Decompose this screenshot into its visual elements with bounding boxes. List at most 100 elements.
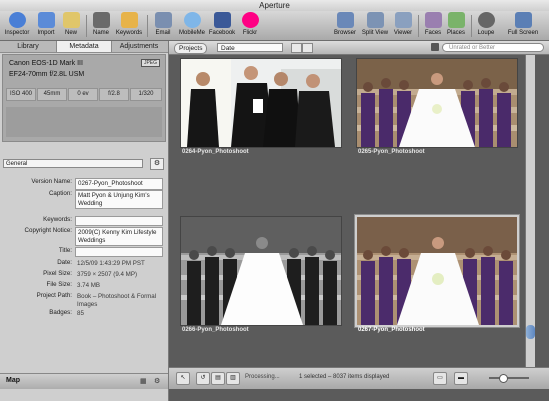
- thumbnail-caption: 0265-Pyon_Photoshoot: [358, 149, 425, 155]
- photo-bridal-party-color-2: [357, 217, 517, 325]
- vertical-scrollbar[interactable]: [525, 55, 535, 367]
- inspector-tabs: Library Metadata Adjustments: [0, 41, 168, 53]
- email-button[interactable]: Email: [148, 12, 178, 37]
- aperture-window: Aperture Inspector Import New Name Keywo…: [0, 0, 549, 401]
- new-button[interactable]: New: [56, 12, 86, 37]
- thumbnail-caption: 0264-Pyon_Photoshoot: [182, 149, 249, 155]
- exif-exposure-bias: 0 ev: [68, 88, 98, 101]
- rotate-left-icon[interactable]: ↺: [196, 372, 210, 385]
- thumbnail-0265[interactable]: [356, 58, 518, 148]
- browser-view-button[interactable]: Browser: [330, 12, 360, 37]
- title-input[interactable]: [75, 247, 163, 257]
- thumbnail-0267-selected[interactable]: [355, 215, 519, 327]
- gear-icon[interactable]: ⚙: [150, 158, 164, 170]
- viewer-icon: [394, 12, 412, 28]
- file-size-value: 3.74 MB: [77, 282, 101, 289]
- tab-library[interactable]: Library: [0, 41, 56, 52]
- thumbnail-size-slider[interactable]: [489, 374, 529, 383]
- main-toolbar: Inspector Import New Name Keywords Email…: [0, 11, 549, 41]
- gear-icon[interactable]: ⚙: [154, 377, 160, 385]
- keywords-button[interactable]: Keywords: [114, 12, 144, 37]
- photo-bridal-party-color: [357, 59, 517, 147]
- new-project-icon: [62, 12, 80, 28]
- keywords-input[interactable]: [75, 216, 163, 226]
- pixel-size-value: 3759 × 2507 (9.4 MP): [77, 271, 138, 278]
- inspector-button[interactable]: Inspector: [2, 12, 32, 37]
- version-name-input[interactable]: 0267-Pyon_Photoshoot: [75, 178, 163, 190]
- list-view-icon[interactable]: [302, 43, 313, 53]
- thumbnail-0266[interactable]: [180, 216, 342, 326]
- exif-shutter-speed: 1/320: [130, 88, 162, 101]
- grid-view-icon[interactable]: [291, 43, 302, 53]
- thumbnail-caption: 0267-Pyon_Photoshoot: [358, 327, 425, 333]
- places-map-icon: [447, 12, 465, 28]
- browser-status-bar: ↖ ↺ ▤ ▥ Processing... 1 selected – 8037 …: [169, 367, 549, 389]
- field-label: Date:: [57, 259, 72, 266]
- histogram: [6, 107, 162, 137]
- facebook-icon: [213, 12, 231, 28]
- viewer-button[interactable]: Viewer: [388, 12, 418, 37]
- mobileme-icon: [183, 12, 201, 28]
- stack-icon[interactable]: ▤: [211, 372, 225, 385]
- facebook-button[interactable]: Facebook: [207, 12, 237, 37]
- field-label: Title:: [58, 247, 72, 254]
- photo-groomsmen: [181, 59, 341, 147]
- lift-stamp-icon[interactable]: ▥: [226, 372, 240, 385]
- filmstrip-icon[interactable]: ▬: [454, 372, 468, 385]
- field-label: Version Name:: [31, 178, 72, 185]
- caption-input[interactable]: Matt Pyon & Unjung Kim's Wedding: [75, 190, 163, 209]
- file-format-badge: JPEG: [140, 59, 160, 67]
- camera-info-panel: Canon EOS-1D Mark III EF24-70mm f/2.8L U…: [2, 54, 166, 142]
- exif-iso: ISO 400: [6, 88, 36, 101]
- info-icon: [8, 12, 26, 28]
- processing-status: Processing...: [245, 374, 280, 380]
- copyright-input[interactable]: 2009(C) Kenny Kim Lifestyle Weddings: [75, 227, 163, 246]
- window-title: Aperture: [259, 1, 290, 10]
- map-pin-icon[interactable]: ▦: [140, 377, 147, 385]
- field-label: Pixel Size:: [43, 270, 72, 277]
- flickr-icon: [241, 12, 259, 28]
- browser-grid-icon: [336, 12, 354, 28]
- selection-count: 1 selected – 8037 items displayed: [299, 374, 390, 380]
- slider-knob[interactable]: [499, 374, 508, 383]
- flickr-button[interactable]: Flickr: [235, 12, 265, 37]
- thumbnail-caption: 0266-Pyon_Photoshoot: [182, 327, 249, 333]
- field-label: Copyright Notice:: [24, 227, 72, 234]
- search-input[interactable]: Unrated or Better: [442, 43, 544, 52]
- pointer-tool-icon[interactable]: ↖: [176, 372, 190, 385]
- inspector-panel: Library Metadata Adjustments Canon EOS-1…: [0, 41, 169, 401]
- tab-metadata[interactable]: Metadata: [56, 41, 112, 52]
- tab-adjustments[interactable]: Adjustments: [110, 41, 168, 52]
- places-button[interactable]: Places: [441, 12, 471, 37]
- field-label: Project Path:: [36, 292, 72, 299]
- project-path-value: Book – Photoshoot & Formal Images: [77, 293, 157, 308]
- date-value: 12/5/09 1:43:29 PM PST: [77, 260, 145, 267]
- split-view-button[interactable]: Split View: [360, 12, 390, 37]
- exif-cells: ISO 400 45mm 0 ev f/2.8 1/320: [6, 88, 162, 101]
- exif-aperture: f/2.8: [99, 88, 129, 101]
- keywords-tag-icon: [120, 12, 138, 28]
- map-label: Map: [6, 377, 20, 384]
- projects-button[interactable]: Projects: [174, 43, 208, 54]
- title-bar: Aperture: [0, 0, 549, 11]
- email-icon: [154, 12, 172, 28]
- full-screen-icon: [514, 12, 532, 28]
- thumbnail-0264[interactable]: [180, 58, 342, 148]
- field-label: Keywords:: [43, 216, 72, 223]
- metadata-preset-select[interactable]: General: [3, 159, 143, 168]
- name-button[interactable]: Name: [86, 12, 116, 37]
- filter-icon[interactable]: [431, 43, 439, 51]
- field-label: Caption:: [48, 190, 72, 197]
- photo-bridal-party-bw: [181, 217, 341, 325]
- full-screen-button[interactable]: Full Screen: [503, 12, 543, 37]
- field-label: Badges:: [49, 309, 72, 316]
- metadata-overlay-icon[interactable]: ▭: [433, 372, 447, 385]
- loupe-icon: [477, 12, 495, 28]
- loupe-button[interactable]: Loupe: [471, 12, 501, 37]
- map-bar: Map ▦ ⚙: [0, 373, 168, 389]
- mobileme-button[interactable]: MobileMe: [177, 12, 207, 37]
- scrollbar-thumb[interactable]: [526, 325, 535, 339]
- camera-model: Canon EOS-1D Mark III: [9, 60, 83, 67]
- sort-select[interactable]: Date: [217, 43, 283, 52]
- field-label: File Size:: [46, 281, 72, 288]
